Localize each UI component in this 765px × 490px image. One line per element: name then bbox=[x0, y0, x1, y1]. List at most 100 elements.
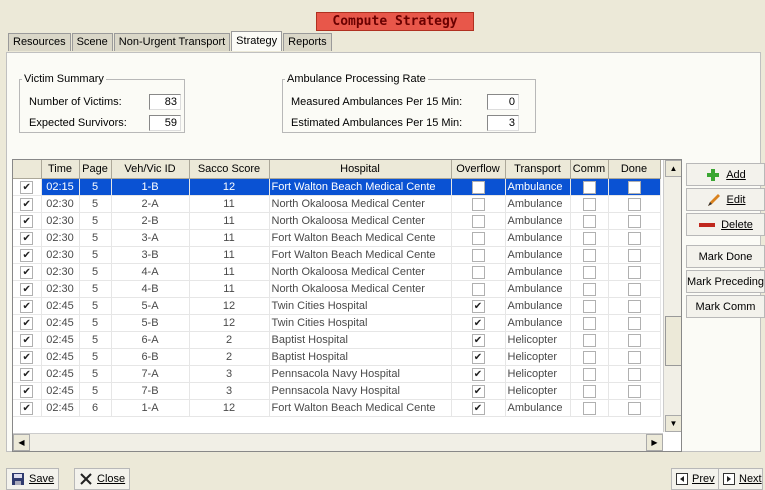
tab-scene[interactable]: Scene bbox=[71, 33, 113, 51]
overflow-checkbox[interactable]: ✔ bbox=[471, 316, 485, 330]
done-checkbox[interactable] bbox=[627, 265, 641, 279]
column-header[interactable]: Done bbox=[608, 160, 661, 179]
row-checkbox[interactable]: ✔ bbox=[20, 248, 34, 262]
row-checkbox[interactable]: ✔ bbox=[20, 180, 34, 194]
table-row[interactable]: ✔ 02:15 5 1-B 12 Fort Walton Beach Medical Ce… bbox=[13, 178, 661, 196]
overflow-checkbox[interactable]: ✔ bbox=[471, 401, 485, 415]
table-row[interactable]: ✔ 02:45 5 7-A 3 Pennsacola Navy Hospital ✔ Heli… bbox=[13, 365, 661, 383]
done-checkbox[interactable] bbox=[627, 333, 641, 347]
column-header[interactable]: Time bbox=[41, 160, 80, 179]
overflow-checkbox[interactable] bbox=[471, 197, 485, 211]
done-checkbox[interactable] bbox=[627, 299, 641, 313]
scroll-down-icon[interactable]: ▼ bbox=[665, 415, 681, 432]
comm-checkbox[interactable] bbox=[582, 401, 596, 415]
comm-checkbox[interactable] bbox=[582, 333, 596, 347]
done-checkbox[interactable] bbox=[627, 248, 641, 262]
row-select-cell[interactable]: ✔ bbox=[13, 331, 42, 349]
overflow-checkbox[interactable] bbox=[471, 248, 485, 262]
row-checkbox[interactable]: ✔ bbox=[20, 231, 34, 245]
scroll-thumb[interactable] bbox=[665, 316, 681, 366]
add-button[interactable]: Add bbox=[686, 163, 765, 186]
table-row[interactable]: ✔ 02:30 5 2-B 11 North Okaloosa Medical Cente… bbox=[13, 212, 661, 230]
mark-preceding-button[interactable]: Mark Preceding bbox=[686, 270, 765, 293]
estimated-field[interactable]: 3 bbox=[487, 115, 519, 131]
row-checkbox[interactable]: ✔ bbox=[20, 299, 34, 313]
row-checkbox[interactable]: ✔ bbox=[20, 384, 34, 398]
row-checkbox[interactable]: ✔ bbox=[20, 350, 34, 364]
comm-checkbox[interactable] bbox=[582, 316, 596, 330]
edit-button[interactable]: Edit bbox=[686, 188, 765, 211]
row-select-cell[interactable]: ✔ bbox=[13, 212, 42, 230]
tab-non-urgent-transport[interactable]: Non-Urgent Transport bbox=[113, 33, 231, 51]
close-button[interactable]: Close bbox=[74, 468, 131, 490]
tab-resources[interactable]: Resources bbox=[8, 33, 71, 51]
table-row[interactable]: ✔ 02:30 5 2-A 11 North Okaloosa Medical Cente… bbox=[13, 195, 661, 213]
row-checkbox[interactable]: ✔ bbox=[20, 401, 34, 415]
next-button[interactable]: Next bbox=[718, 468, 763, 490]
mark-comm-button[interactable]: Mark Comm bbox=[686, 295, 765, 318]
column-header[interactable]: Page bbox=[79, 160, 112, 179]
table-row[interactable]: ✔ 02:30 5 3-B 11 Fort Walton Beach Medical Ce… bbox=[13, 246, 661, 264]
scroll-up-icon[interactable]: ▲ bbox=[665, 160, 681, 177]
done-checkbox[interactable] bbox=[627, 282, 641, 296]
done-checkbox[interactable] bbox=[627, 401, 641, 415]
row-select-cell[interactable]: ✔ bbox=[13, 365, 42, 383]
row-checkbox[interactable]: ✔ bbox=[20, 316, 34, 330]
comm-checkbox[interactable] bbox=[582, 248, 596, 262]
tab-strategy[interactable]: Strategy bbox=[231, 31, 283, 51]
overflow-checkbox[interactable]: ✔ bbox=[471, 299, 485, 313]
column-header[interactable]: Sacco Score bbox=[189, 160, 270, 179]
row-select-cell[interactable]: ✔ bbox=[13, 178, 42, 196]
column-header[interactable]: Overflow bbox=[451, 160, 506, 179]
table-row[interactable]: ✔ 02:45 5 7-B 3 Pennsacola Navy Hospital ✔ Heli… bbox=[13, 382, 661, 400]
column-header[interactable]: Hospital bbox=[269, 160, 452, 179]
done-checkbox[interactable] bbox=[627, 367, 641, 381]
table-row[interactable]: ✔ 02:45 5 5-B 12 Twin Cities Hospital ✔ Ambulan… bbox=[13, 314, 661, 332]
row-select-cell[interactable]: ✔ bbox=[13, 280, 42, 298]
row-select-cell[interactable]: ✔ bbox=[13, 314, 42, 332]
comm-checkbox[interactable] bbox=[582, 299, 596, 313]
column-header[interactable]: Comm bbox=[570, 160, 609, 179]
column-header[interactable]: Transport bbox=[505, 160, 571, 179]
row-checkbox[interactable]: ✔ bbox=[20, 197, 34, 211]
row-select-cell[interactable]: ✔ bbox=[13, 246, 42, 264]
row-checkbox[interactable]: ✔ bbox=[20, 265, 34, 279]
tab-reports[interactable]: Reports bbox=[283, 33, 332, 51]
comm-checkbox[interactable] bbox=[582, 350, 596, 364]
overflow-checkbox[interactable] bbox=[471, 214, 485, 228]
column-header[interactable] bbox=[13, 160, 42, 179]
overflow-checkbox[interactable] bbox=[471, 265, 485, 279]
row-checkbox[interactable]: ✔ bbox=[20, 333, 34, 347]
strategy-grid[interactable]: Time Page Veh/Vic ID Sacco Score Hospital Ove… bbox=[12, 159, 682, 452]
comm-checkbox[interactable] bbox=[582, 384, 596, 398]
done-checkbox[interactable] bbox=[627, 180, 641, 194]
comm-checkbox[interactable] bbox=[582, 367, 596, 381]
row-select-cell[interactable]: ✔ bbox=[13, 399, 42, 417]
save-button[interactable]: Save bbox=[6, 468, 60, 490]
row-select-cell[interactable]: ✔ bbox=[13, 382, 42, 400]
done-checkbox[interactable] bbox=[627, 316, 641, 330]
column-header[interactable]: Veh/Vic ID bbox=[111, 160, 190, 179]
overflow-checkbox[interactable] bbox=[471, 231, 485, 245]
done-checkbox[interactable] bbox=[627, 231, 641, 245]
row-select-cell[interactable]: ✔ bbox=[13, 348, 42, 366]
overflow-checkbox[interactable] bbox=[471, 180, 485, 194]
row-checkbox[interactable]: ✔ bbox=[20, 282, 34, 296]
table-row[interactable]: ✔ 02:45 6 1-A 12 Fort Walton Beach Medical Ce… bbox=[13, 399, 661, 417]
comm-checkbox[interactable] bbox=[582, 265, 596, 279]
row-checkbox[interactable]: ✔ bbox=[20, 214, 34, 228]
row-select-cell[interactable]: ✔ bbox=[13, 297, 42, 315]
prev-button[interactable]: Prev bbox=[671, 468, 720, 490]
table-row[interactable]: ✔ 02:30 5 3-A 11 Fort Walton Beach Medical Ce… bbox=[13, 229, 661, 247]
overflow-checkbox[interactable]: ✔ bbox=[471, 384, 485, 398]
row-select-cell[interactable]: ✔ bbox=[13, 195, 42, 213]
done-checkbox[interactable] bbox=[627, 350, 641, 364]
done-checkbox[interactable] bbox=[627, 197, 641, 211]
comm-checkbox[interactable] bbox=[582, 214, 596, 228]
overflow-checkbox[interactable]: ✔ bbox=[471, 367, 485, 381]
overflow-checkbox[interactable] bbox=[471, 282, 485, 296]
scroll-left-icon[interactable]: ◀ bbox=[13, 434, 30, 451]
row-checkbox[interactable]: ✔ bbox=[20, 367, 34, 381]
row-select-cell[interactable]: ✔ bbox=[13, 263, 42, 281]
scroll-right-icon[interactable]: ▶ bbox=[646, 434, 663, 451]
